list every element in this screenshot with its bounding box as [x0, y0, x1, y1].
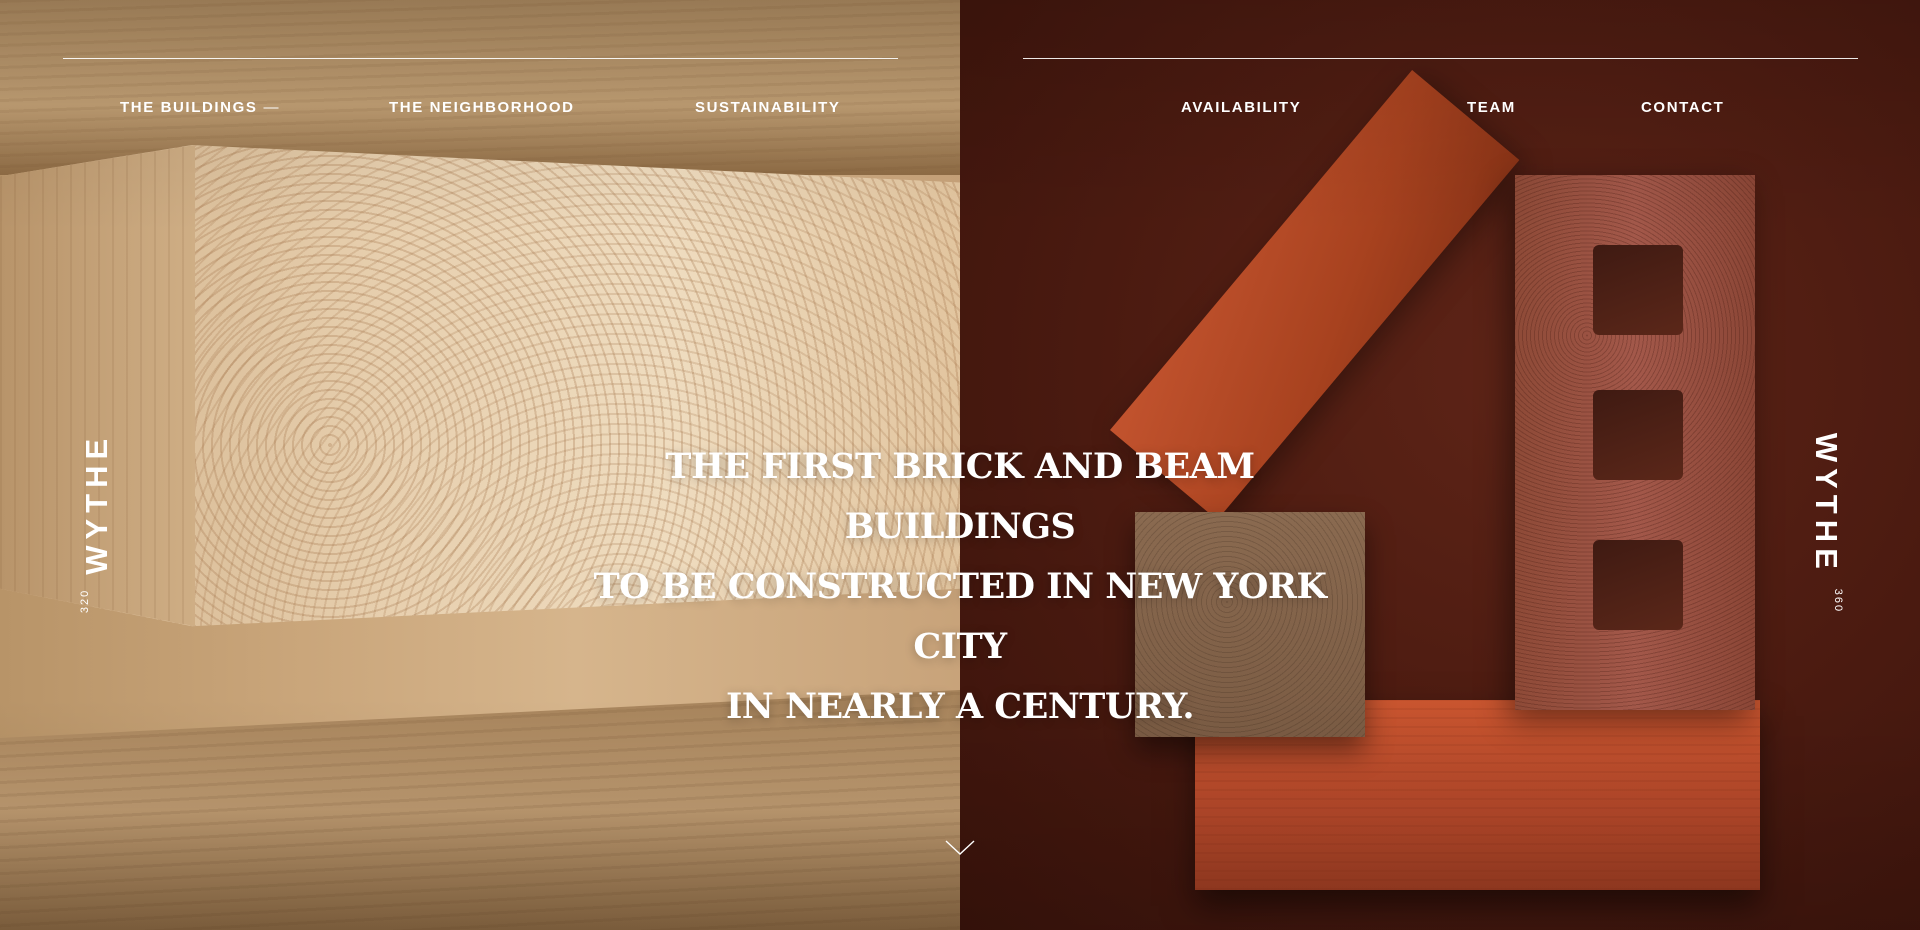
nav-rule-left	[63, 58, 898, 59]
cinder-hole	[1593, 245, 1683, 335]
nav-the-neighborhood[interactable]: THE NEIGHBORHOOD	[389, 98, 575, 118]
chevron-down-icon[interactable]	[945, 838, 975, 858]
building-320-wythe-link[interactable]: 320 WYTHE	[79, 433, 115, 613]
building-number: 360	[1832, 588, 1844, 614]
building-number: 320	[79, 588, 91, 614]
nav-contact[interactable]: CONTACT	[1641, 98, 1724, 118]
landing-page: THE BUILDINGS — THE NEIGHBORHOOD SUSTAINA…	[0, 0, 1920, 930]
nav-sustainability[interactable]: SUSTAINABILITY	[695, 98, 840, 118]
building-name: WYTHE	[1809, 432, 1844, 575]
nav-the-buildings[interactable]: THE BUILDINGS —	[120, 98, 280, 118]
hero-headline-line-3: IN NEARLY A CENTURY.	[725, 686, 1195, 727]
hero-headline-line-2: TO BE CONSTRUCTED IN NEW YORK CITY	[593, 566, 1327, 667]
building-name: WYTHE	[79, 432, 114, 575]
timber-beam-top	[0, 0, 960, 175]
hero-headline-line-1: THE FIRST BRICK AND BEAM BUILDINGS	[665, 446, 1255, 547]
brick-cinder-block	[1515, 175, 1755, 710]
building-360-wythe-link[interactable]: WYTHE 360	[1808, 433, 1844, 613]
nav-team[interactable]: TEAM	[1467, 98, 1516, 118]
hero-headline: THE FIRST BRICK AND BEAM BUILDINGS TO BE…	[560, 437, 1360, 737]
nav-availability[interactable]: AVAILABILITY	[1181, 98, 1301, 118]
cinder-hole	[1593, 390, 1683, 480]
nav-rule-right	[1023, 58, 1858, 59]
cinder-hole	[1593, 540, 1683, 630]
nav-the-buildings-dash: —	[263, 99, 281, 116]
nav-the-buildings-label: THE BUILDINGS	[120, 99, 258, 116]
